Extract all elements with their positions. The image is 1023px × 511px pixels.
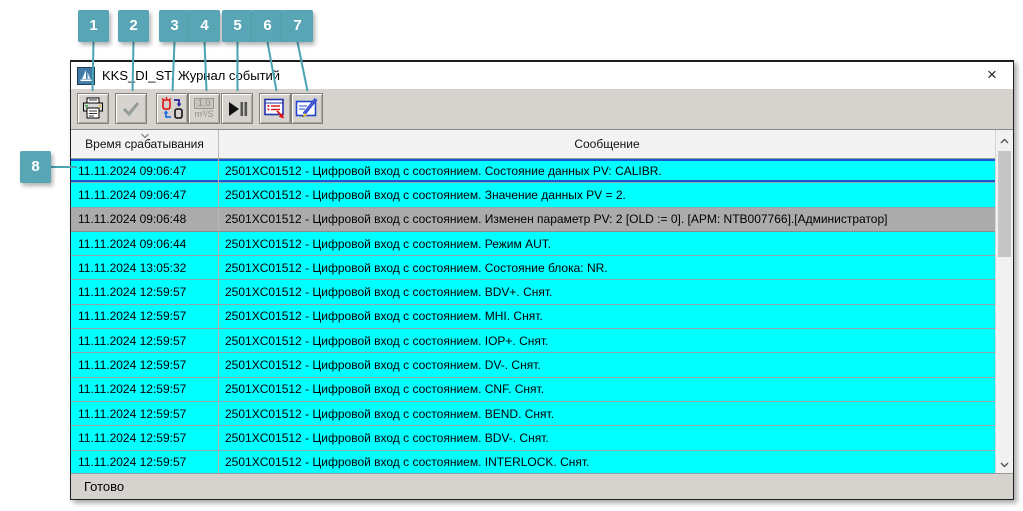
screenshot-canvas: 1 2 3 4 5 6 7 8 KKS_DI_ST. Журнал событи…	[0, 0, 1023, 511]
table-row[interactable]: 11.11.2024 09:06:48 2501XC01512 - Цифрово…	[71, 207, 995, 232]
event-journal-window: KKS_DI_ST. Журнал событий × 1.0 m³/S Вре…	[70, 60, 1014, 500]
scrollbar-down-icon[interactable]	[996, 456, 1013, 473]
cell-time: 11.11.2024 09:06:48	[71, 207, 219, 231]
table-row[interactable]: 11.11.2024 12:59:57 2501XC01512 - Цифрово…	[71, 401, 995, 427]
event-list-icon	[264, 98, 284, 118]
cell-message: 2501XC01512 - Цифровой вход с состоянием…	[225, 163, 662, 178]
column-header-time[interactable]: Время срабатывания	[71, 130, 219, 158]
table-row[interactable]: 11.11.2024 12:59:57 2501XC01512 - Цифрово…	[71, 280, 995, 305]
callout-badge-7: 7	[282, 10, 313, 42]
pause-resume-button[interactable]	[221, 93, 253, 124]
cell-message: 2501XC01512 - Цифровой вход с состоянием…	[225, 236, 552, 251]
table-row[interactable]: 11.11.2024 12:59:57 2501XC01512 - Цифрово…	[71, 450, 995, 475]
scrollbar-thumb[interactable]	[998, 151, 1011, 257]
callout-badge-5: 5	[222, 10, 253, 42]
table-row[interactable]: 11.11.2024 12:59:57 2501XC01512 - Цифрово…	[71, 304, 995, 330]
cell-time: 11.11.2024 09:06:47	[71, 183, 219, 207]
cell-message: 2501XC01512 - Цифровой вход с состоянием…	[225, 333, 549, 348]
cell-message: 2501XC01512 - Цифровой вход с состоянием…	[225, 406, 555, 421]
check-icon	[122, 101, 140, 116]
cell-message: 2501XC01512 - Цифровой вход с состоянием…	[225, 285, 553, 300]
close-button[interactable]: ×	[981, 62, 1003, 89]
alarm-lamps-icon	[161, 96, 183, 119]
cell-time: 11.11.2024 12:59:57	[71, 401, 219, 426]
cell-time: 11.11.2024 13:05:32	[71, 256, 219, 280]
window-title: KKS_DI_ST. Журнал событий	[102, 68, 281, 83]
units-button[interactable]: 1.0 m³/S	[188, 93, 220, 124]
table-row[interactable]: 11.11.2024 12:59:57 2501XC01512 - Цифрово…	[71, 353, 995, 378]
print-button[interactable]	[77, 93, 109, 124]
window-titlebar: KKS_DI_ST. Журнал событий ×	[71, 62, 1013, 89]
edit-comment-button[interactable]	[291, 93, 323, 124]
event-table: Время срабатывания Сообщение 11.11.2024 …	[71, 129, 1013, 475]
column-header-message[interactable]: Сообщение	[219, 130, 995, 158]
cell-message: 2501XC01512 - Цифровой вход с состоянием…	[225, 309, 543, 324]
toolbar: 1.0 m³/S	[71, 89, 1013, 129]
cell-time: 11.11.2024 12:59:57	[71, 377, 219, 401]
table-row[interactable]: 11.11.2024 13:05:32 2501XC01512 - Цифрово…	[71, 256, 995, 281]
vertical-scrollbar[interactable]	[995, 130, 1013, 475]
cell-time: 11.11.2024 12:59:57	[71, 329, 219, 353]
callout-badge-8: 8	[20, 151, 51, 183]
cell-time: 11.11.2024 12:59:57	[71, 280, 219, 304]
cell-time: 11.11.2024 12:59:57	[71, 450, 219, 474]
cell-message: 2501XC01512 - Цифровой вход с состоянием…	[225, 260, 608, 275]
sort-indicator-icon	[140, 128, 149, 142]
status-text: Готово	[84, 479, 125, 494]
table-body: 11.11.2024 09:06:47 2501XC01512 - Цифрово…	[71, 159, 995, 475]
cell-message: 2501XC01512 - Цифровой вход с состоянием…	[225, 455, 590, 470]
alarm-ack-button[interactable]	[156, 93, 188, 124]
table-row[interactable]: 11.11.2024 09:06:47 2501XC01512 - Цифрово…	[71, 183, 995, 208]
cell-time: 11.11.2024 09:06:44	[71, 231, 219, 256]
printer-icon	[83, 97, 103, 119]
acknowledge-button[interactable]	[115, 93, 147, 124]
play-pause-icon	[229, 101, 248, 116]
cell-message: 2501XC01512 - Цифровой вход с состоянием…	[225, 382, 545, 397]
cell-message: 2501XC01512 - Цифровой вход с состоянием…	[225, 358, 541, 373]
status-bar: Готово	[71, 473, 1013, 499]
note-pencil-icon	[295, 97, 318, 117]
cell-time: 11.11.2024 12:59:57	[71, 304, 219, 329]
callout-badge-3: 3	[159, 10, 190, 42]
cell-time: 11.11.2024 12:59:57	[71, 426, 219, 450]
callout-badge-2: 2	[118, 10, 149, 42]
callout-badge-1: 1	[78, 10, 109, 42]
app-icon	[77, 66, 95, 85]
table-row[interactable]: 11.11.2024 09:06:44 2501XC01512 - Цифрово…	[71, 231, 995, 257]
table-row[interactable]: 11.11.2024 12:59:57 2501XC01512 - Цифрово…	[71, 426, 995, 451]
units-icon: 1.0 m³/S	[193, 98, 215, 119]
cell-message: 2501XC01512 - Цифровой вход с состоянием…	[225, 212, 888, 227]
table-row[interactable]: 11.11.2024 12:59:57 2501XC01512 - Цифрово…	[71, 377, 995, 402]
callout-badge-4: 4	[189, 10, 220, 42]
event-filter-button[interactable]	[259, 93, 291, 124]
table-row[interactable]: 11.11.2024 09:06:47 2501XC01512 - Цифрово…	[71, 159, 995, 184]
scrollbar-up-icon[interactable]	[996, 132, 1013, 149]
column-header-message-label: Сообщение	[574, 137, 640, 151]
table-header: Время срабатывания Сообщение	[71, 130, 995, 159]
cell-message: 2501XC01512 - Цифровой вход с состоянием…	[225, 187, 626, 202]
cell-time: 11.11.2024 09:06:47	[71, 159, 219, 183]
callout-badge-6: 6	[252, 10, 283, 42]
table-row[interactable]: 11.11.2024 12:59:57 2501XC01512 - Цифрово…	[71, 329, 995, 354]
cell-message: 2501XC01512 - Цифровой вход с состоянием…	[225, 430, 549, 445]
cell-time: 11.11.2024 12:59:57	[71, 353, 219, 377]
